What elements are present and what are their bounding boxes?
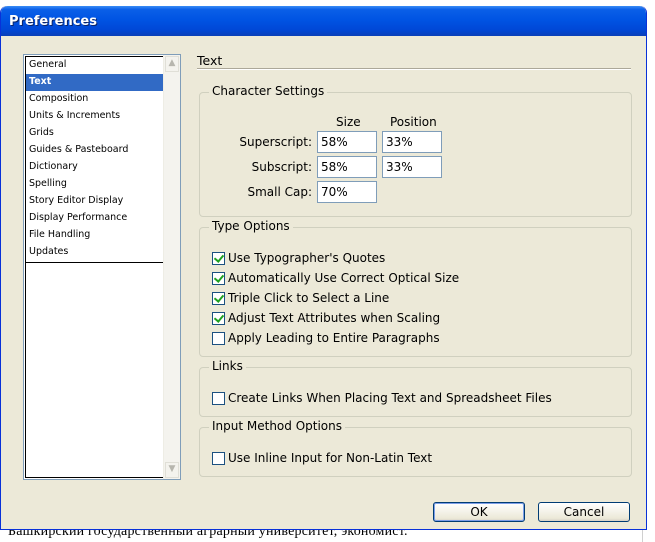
panel-title-divider — [197, 68, 631, 70]
category-item-units-increments[interactable]: Units & Increments — [26, 108, 163, 125]
type-options-group: Type Options Use Typographer's Quotes Au… — [199, 219, 632, 357]
subscript-label: Subscript: — [251, 160, 312, 174]
triple-click-option[interactable]: Triple Click to Select a Line — [212, 291, 389, 305]
title-bar[interactable]: Preferences — [1, 6, 646, 36]
links-group: Links Create Links When Placing Text and… — [199, 359, 632, 417]
typographers-quotes-option[interactable]: Use Typographer's Quotes — [212, 251, 385, 265]
group-label: Input Method Options — [209, 419, 346, 433]
category-list[interactable]: General Text Composition Units & Increme… — [23, 54, 181, 480]
ok-button[interactable]: OK — [433, 502, 525, 522]
superscript-position-field[interactable]: 33% — [382, 131, 442, 153]
subscript-size-field[interactable]: 58% — [317, 156, 377, 178]
position-column-header: Position — [390, 115, 437, 129]
checkbox[interactable] — [212, 391, 225, 405]
category-scrollbar[interactable]: ▲ ▼ — [163, 55, 180, 479]
category-item-grids[interactable]: Grids — [26, 125, 163, 142]
checkbox[interactable] — [212, 271, 225, 285]
checkbox[interactable] — [212, 311, 225, 325]
option-label: Triple Click to Select a Line — [228, 291, 390, 305]
group-label: Character Settings — [209, 84, 328, 98]
category-item-file-handling[interactable]: File Handling — [26, 227, 163, 244]
apply-leading-option[interactable]: Apply Leading to Entire Paragraphs — [212, 331, 440, 345]
group-label: Type Options — [209, 219, 293, 233]
category-item-composition[interactable]: Composition — [26, 91, 163, 108]
option-label: Create Links When Placing Text and Sprea… — [228, 391, 552, 405]
small-cap-size-field[interactable]: 70% — [317, 181, 377, 203]
adjust-text-attributes-option[interactable]: Adjust Text Attributes when Scaling — [212, 311, 440, 325]
chevron-up-icon[interactable]: ▲ — [165, 56, 179, 72]
superscript-label: Superscript: — [239, 135, 312, 149]
category-item-spelling[interactable]: Spelling — [26, 176, 163, 193]
category-item-display-performance[interactable]: Display Performance — [26, 210, 163, 227]
category-list-items: General Text Composition Units & Increme… — [25, 56, 163, 478]
checkbox[interactable] — [212, 451, 225, 465]
category-item-general[interactable]: General — [26, 57, 163, 74]
group-label: Links — [209, 359, 246, 373]
list-divider — [26, 262, 163, 263]
panel-title: Text — [197, 53, 223, 68]
option-label: Use Inline Input for Non-Latin Text — [228, 451, 433, 465]
category-item-story-editor-display[interactable]: Story Editor Display — [26, 193, 163, 210]
input-method-group: Input Method Options Use Inline Input fo… — [199, 419, 632, 477]
option-label: Adjust Text Attributes when Scaling — [228, 311, 441, 325]
window-title: Preferences — [9, 14, 97, 29]
checkbox[interactable] — [212, 251, 225, 265]
optical-size-option[interactable]: Automatically Use Correct Optical Size — [212, 271, 459, 285]
category-item-updates[interactable]: Updates — [26, 244, 163, 261]
inline-input-option[interactable]: Use Inline Input for Non-Latin Text — [212, 451, 432, 465]
option-label: Use Typographer's Quotes — [228, 251, 386, 265]
character-settings-group: Character Settings Size Position Supersc… — [199, 84, 632, 217]
option-label: Apply Leading to Entire Paragraphs — [228, 331, 440, 345]
cancel-button[interactable]: Cancel — [538, 502, 630, 522]
small-cap-label: Small Cap: — [247, 185, 312, 199]
option-label: Automatically Use Correct Optical Size — [228, 271, 460, 285]
category-item-dictionary[interactable]: Dictionary — [26, 159, 163, 176]
checkbox[interactable] — [212, 331, 225, 345]
superscript-size-field[interactable]: 58% — [317, 131, 377, 153]
preferences-dialog: Preferences General Text Composition Uni… — [0, 6, 647, 530]
category-item-text[interactable]: Text — [26, 74, 163, 91]
chevron-down-icon[interactable]: ▼ — [165, 462, 179, 478]
checkbox[interactable] — [212, 291, 225, 305]
size-column-header: Size — [336, 115, 361, 129]
subscript-position-field[interactable]: 33% — [382, 156, 442, 178]
create-links-option[interactable]: Create Links When Placing Text and Sprea… — [212, 391, 552, 405]
category-item-guides-pasteboard[interactable]: Guides & Pasteboard — [26, 142, 163, 159]
